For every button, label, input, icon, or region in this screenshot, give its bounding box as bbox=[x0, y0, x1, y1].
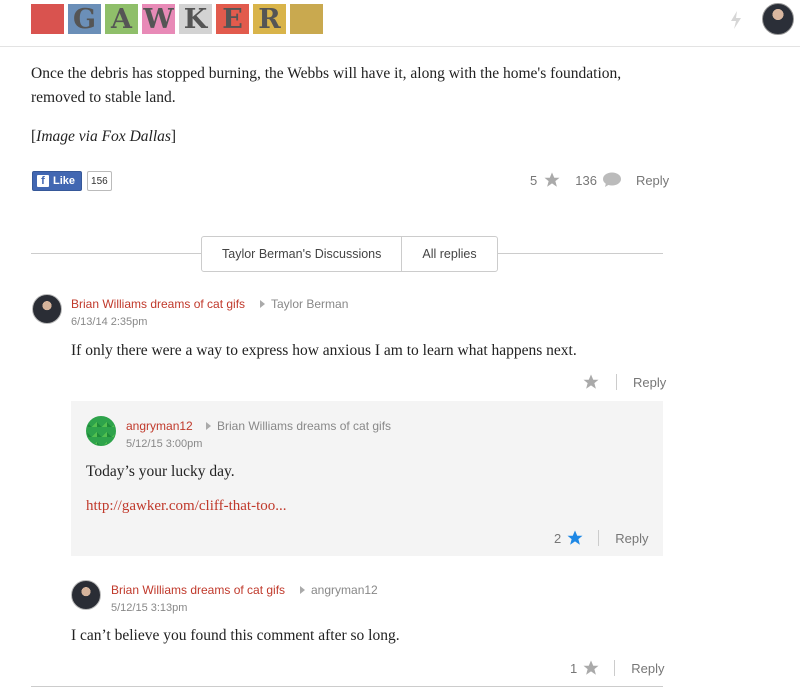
logo-tile-e: E bbox=[216, 4, 249, 35]
separator bbox=[598, 530, 600, 546]
comment-text: I can’t believe you found this comment a… bbox=[71, 627, 400, 644]
reply-button[interactable]: Reply bbox=[631, 661, 664, 676]
avatar[interactable] bbox=[32, 294, 62, 324]
comment-author[interactable]: angryman12 bbox=[126, 419, 193, 433]
logo-tile-a: A bbox=[105, 4, 138, 35]
reply-button[interactable]: Reply bbox=[615, 531, 648, 546]
lightning-icon[interactable] bbox=[728, 10, 744, 30]
star-icon[interactable] bbox=[582, 373, 600, 391]
avatar[interactable] bbox=[86, 416, 116, 446]
caret-right-icon bbox=[260, 300, 265, 308]
avatar[interactable] bbox=[71, 580, 101, 610]
comment-link[interactable]: http://gawker.com/cliff-that-too... bbox=[86, 498, 287, 515]
reply-button[interactable]: Reply bbox=[633, 375, 666, 390]
reply-to[interactable]: Taylor Berman bbox=[260, 297, 348, 311]
star-icon[interactable] bbox=[543, 171, 561, 189]
star-icon[interactable] bbox=[566, 529, 584, 547]
facebook-icon: f bbox=[37, 175, 49, 187]
facebook-like-count: 156 bbox=[87, 171, 112, 191]
article-actions: 5 136 Reply bbox=[530, 171, 669, 189]
star-count: 1 bbox=[570, 660, 578, 676]
gawker-logo[interactable]: G A W K E R bbox=[31, 3, 323, 35]
comment-date[interactable]: 5/12/15 3:13pm bbox=[111, 602, 187, 614]
star-count: 2 bbox=[554, 530, 562, 546]
reply-to[interactable]: Brian Williams dreams of cat gifs bbox=[206, 419, 391, 433]
star-icon[interactable] bbox=[582, 659, 600, 677]
logo-tile-r: R bbox=[253, 4, 286, 35]
star-count: 5 bbox=[530, 172, 538, 188]
comment-bubble-icon[interactable] bbox=[602, 172, 622, 188]
comment-count: 136 bbox=[575, 172, 597, 188]
logo-tile bbox=[290, 4, 323, 34]
comment-text: If only there were a way to express how … bbox=[71, 342, 577, 359]
caret-right-icon bbox=[300, 586, 305, 594]
top-bar: G A W K E R bbox=[0, 0, 800, 47]
reply-to[interactable]: angryman12 bbox=[300, 583, 378, 597]
logo-tile-g: G bbox=[68, 4, 101, 35]
divider bbox=[31, 686, 663, 687]
facebook-like[interactable]: f Like 156 bbox=[32, 171, 112, 191]
reply-button[interactable]: Reply bbox=[636, 173, 669, 188]
image-caption: [Image via Fox Dallas] bbox=[31, 128, 177, 145]
logo-tile-w: W bbox=[142, 3, 175, 35]
comment-author[interactable]: Brian Williams dreams of cat gifs bbox=[71, 297, 245, 311]
comment-text: Today’s your lucky day. bbox=[86, 463, 235, 480]
comment-actions: 2 Reply bbox=[554, 529, 648, 547]
facebook-like-button[interactable]: f Like bbox=[32, 171, 83, 191]
separator bbox=[614, 660, 616, 676]
logo-tile bbox=[31, 4, 64, 34]
logo-tile-k: K bbox=[179, 4, 212, 35]
tab-all-replies[interactable]: All replies bbox=[401, 237, 496, 271]
separator bbox=[616, 374, 617, 390]
comment-author[interactable]: Brian Williams dreams of cat gifs bbox=[111, 583, 285, 597]
discussion-tabs: Taylor Berman's Discussions All replies bbox=[201, 236, 498, 272]
article-paragraph: Once the debris has stopped burning, the… bbox=[31, 65, 622, 106]
comment-date[interactable]: 6/13/14 2:35pm bbox=[71, 316, 147, 328]
caret-right-icon bbox=[206, 422, 211, 430]
comment-actions: Reply bbox=[582, 373, 666, 391]
comment-date[interactable]: 5/12/15 3:00pm bbox=[126, 438, 202, 450]
tab-author-discussions[interactable]: Taylor Berman's Discussions bbox=[202, 237, 401, 271]
comment-actions: 1 Reply bbox=[570, 659, 664, 677]
user-avatar[interactable] bbox=[762, 3, 794, 35]
